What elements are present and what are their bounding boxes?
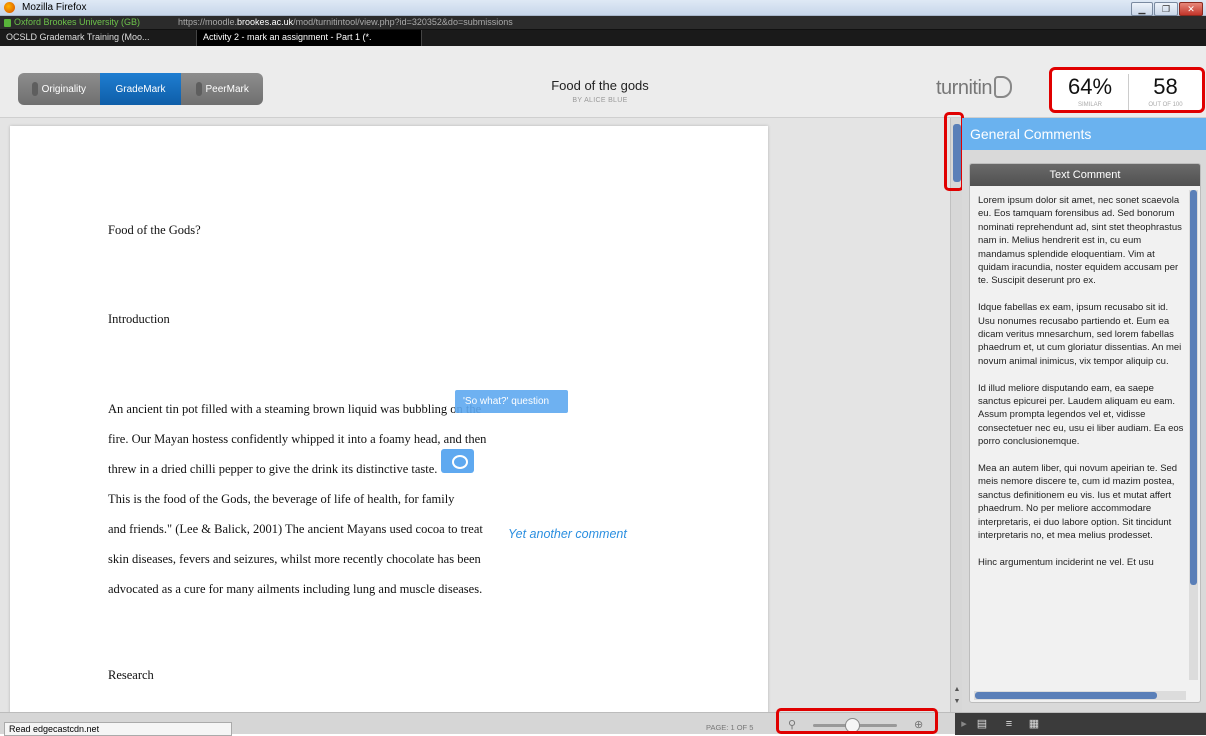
rubric-view-icon[interactable]: ▦ [1027, 718, 1041, 730]
comment-scrollbar-thumb[interactable] [1190, 190, 1197, 585]
window-title-bar: Mozilla Firefox ▁ ❐ ✕ [0, 0, 1206, 16]
similarity-score[interactable]: 64% [1052, 74, 1128, 100]
comment-paragraph: Hinc argumentum inciderint ne vel. Et us… [978, 556, 1154, 568]
inline-comment[interactable]: Yet another comment [508, 527, 627, 541]
url-host: brookes.ac.uk [237, 17, 294, 27]
paper-title: Food of the gods [551, 78, 649, 93]
comment-hscroll-thumb[interactable] [975, 692, 1157, 699]
lock-icon [4, 19, 11, 27]
toggle-dot-icon [31, 82, 38, 96]
tab-activity-2[interactable]: Activity 2 - mark an assignment - Part 1… [197, 30, 422, 46]
paper-author: BY ALICE BLUE [572, 97, 628, 104]
list-view-icon[interactable]: ≡ [1002, 718, 1016, 730]
paper-line: and friends." (Lee & Balick, 2001) The a… [108, 522, 483, 536]
maximize-button[interactable]: ❐ [1154, 2, 1178, 16]
firefox-icon [4, 2, 15, 13]
quickmark-comment[interactable]: 'So what?' question [455, 390, 568, 413]
site-identity[interactable]: Oxford Brookes University (GB) [14, 17, 140, 27]
paper-line: fire. Our Mayan hostess confidently whip… [108, 432, 487, 446]
originality-label: Originality [41, 83, 87, 95]
grademark-mode-button[interactable]: GradeMark [99, 73, 182, 105]
document-scrollbar[interactable]: ▲ ▼ [950, 118, 962, 712]
sidebar-view-toolbar: ▸ ▤ ≡ ▦ [955, 713, 1206, 735]
url-path: /mod/turnitintool/view.php?id=320352&do=… [293, 17, 513, 27]
text-comment-body[interactable]: Lorem ipsum dolor sit amet, nec sonet sc… [978, 194, 1186, 583]
grade-score[interactable]: 58 [1129, 74, 1202, 100]
toggle-dot-icon [195, 82, 202, 96]
paper-line: threw in a dried chilli pepper to give t… [108, 462, 446, 476]
url-prefix: https://moodle. [178, 17, 238, 27]
originality-mode-button[interactable]: Originality [18, 73, 100, 105]
paper-line: skin diseases, fevers and seizures, whil… [108, 552, 481, 566]
text-comment-title: Text Comment [970, 164, 1200, 186]
url-text[interactable]: https://moodle.brookes.ac.uk/mod/turniti… [178, 17, 513, 27]
minimize-button[interactable]: ▁ [1131, 2, 1153, 16]
comments-sidebar: General Comments Text Comment Lorem ipsu… [962, 118, 1206, 712]
paper-section-research: Research [108, 668, 154, 682]
paper-line: advocated as a cure for many ailments in… [108, 582, 483, 596]
comment-paragraph: Idque fabellas ex eam, ipsum recusabo si… [978, 302, 1182, 367]
grade-label: OUT OF 100 [1148, 102, 1183, 108]
page-indicator: PAGE: 1 OF 5 [706, 723, 754, 732]
paper-line: This is the food of the Gods, the bevera… [108, 492, 455, 506]
comment-paragraph: Mea an autem liber, qui novum apeirian t… [978, 463, 1178, 542]
scrollbar-highlight [944, 112, 964, 191]
logo-text: turnitin [936, 77, 993, 99]
turnitin-mark-icon [994, 76, 1013, 98]
tab-ocsld-training[interactable]: OCSLD Grademark Training (Moo... [0, 30, 197, 46]
comment-view-icon[interactable]: ▤ [975, 718, 989, 730]
comment-paragraph: Id illud meliore disputando eam, ea saep… [978, 382, 1184, 448]
zoom-highlight [776, 708, 938, 734]
peermark-label: PeerMark [205, 83, 249, 95]
peermark-mode-button[interactable]: PeerMark [181, 73, 263, 105]
comment-bubble-icon[interactable] [441, 449, 474, 473]
paper-line: An ancient tin pot filled with a steamin… [108, 402, 482, 416]
paper-heading: Food of the Gods? [108, 223, 201, 237]
similarity-label: SIMILAR [1077, 102, 1102, 108]
paper-page[interactable]: Food of the Gods? Introduction An ancien… [10, 126, 768, 712]
score-panel: 64% SIMILAR 58 OUT OF 100 [1049, 67, 1205, 113]
comment-paragraph: Lorem ipsum dolor sit amet, nec sonet sc… [978, 195, 1182, 287]
comment-horizontal-scrollbar[interactable] [974, 691, 1186, 700]
comment-vertical-scrollbar[interactable] [1189, 190, 1198, 680]
expand-arrow-icon[interactable]: ▸ [957, 718, 971, 730]
document-viewer-header: Originality GradeMark PeerMark Food of t… [0, 46, 1206, 118]
window-title: Mozilla Firefox [22, 2, 87, 13]
close-window-button[interactable]: ✕ [1179, 2, 1203, 16]
text-comment-panel: Text Comment Lorem ipsum dolor sit amet,… [969, 163, 1201, 703]
mode-switcher: Originality GradeMark PeerMark [18, 73, 263, 105]
grademark-label: GradeMark [115, 83, 166, 95]
general-comments-header[interactable]: General Comments [962, 118, 1206, 150]
address-bar[interactable]: Oxford Brookes University (GB) https://m… [0, 16, 1206, 30]
status-bar: Read edgecastcdn.net PAGE: 1 OF 5 ⚲ ⊕ ▸ … [0, 712, 1206, 736]
turnitin-logo: turnitin [936, 76, 1013, 100]
document-viewer: Food of the Gods? Introduction An ancien… [0, 118, 950, 712]
paper-section-introduction: Introduction [108, 312, 170, 326]
